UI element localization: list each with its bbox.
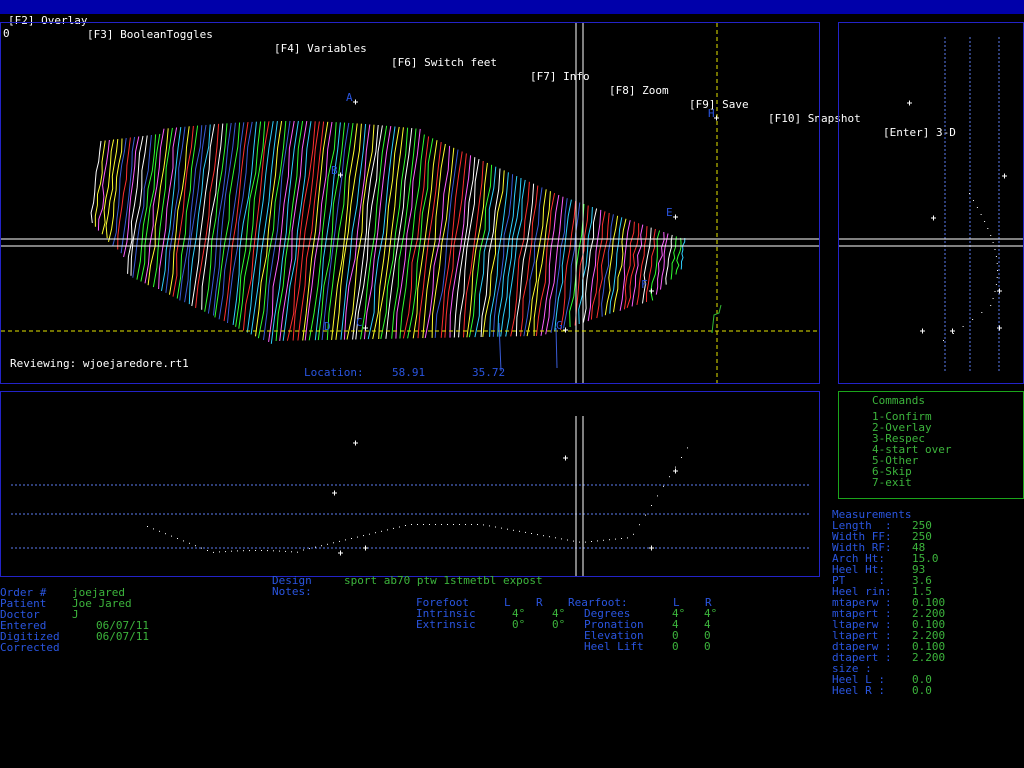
rearfoot-panel: Rearfoot: L R Degrees 4° 4° Pronation 4 4 Elev…: [568, 597, 748, 653]
commands-panel: Commands 1-Confirm 2-Overlay 3-Respec 4-…: [838, 391, 1024, 499]
landmark-g-label: G: [556, 319, 563, 332]
reviewing-filename: Reviewing: wjoejaredore.rt1: [10, 357, 189, 370]
location-x-value: 58.91: [392, 366, 426, 379]
command-exit[interactable]: 7-exit: [872, 477, 912, 488]
location-y-value: 35.72: [472, 366, 506, 379]
extrinsic-r: 0°: [552, 618, 566, 631]
measurement-label: Heel R :: [832, 684, 885, 697]
extrinsic-label: Extrinsic: [416, 618, 476, 631]
forefoot-panel: Forefoot L R Intrinsic 4° 4° Extrinsic 0…: [416, 597, 576, 633]
landmark-h-label: H: [708, 107, 715, 120]
order-info-panel: Order # joejared Patient Joe Jared Doctor J En…: [0, 587, 260, 657]
order-field-value: J: [72, 608, 79, 621]
foot-contour-plot: [1, 23, 819, 383]
function-key-menu-bar: [F2] Overlay [F3] BooleanToggles [F4] Va…: [0, 0, 1024, 139]
rearfoot-row-l: 0: [672, 640, 679, 653]
measurements-panel: Measurements Length :250 Width FF: 250 Widt…: [832, 509, 1024, 699]
order-field-value: Joe Jared: [72, 597, 132, 610]
landmark-d-label: D: [324, 320, 331, 333]
order-field-value: 06/07/11: [96, 630, 149, 643]
landmark-c-label: C: [356, 316, 363, 329]
commands-title: Commands: [872, 394, 925, 407]
rearfoot-row-label: Heel Lift: [584, 640, 644, 653]
arch-profile-plot: [11, 416, 809, 576]
landmark-e-label: E: [666, 206, 673, 219]
rearfoot-row-r: 0: [704, 640, 711, 653]
forefoot-col-r: R: [536, 596, 543, 609]
foot-scan-top-view[interactable]: 0 A B H E F D C G Reviewing: wjoejaredor…: [0, 22, 820, 384]
landmark-f-label: F: [641, 278, 648, 291]
arch-profile-view[interactable]: [0, 391, 820, 577]
extrinsic-l: 0°: [512, 618, 526, 631]
forefoot-col-l: L: [504, 596, 511, 609]
view-corner-label: 0: [3, 27, 10, 40]
side-profile-plot: [839, 37, 1023, 373]
measurement-value: 2.200: [912, 651, 946, 664]
notes-label: Notes:: [272, 585, 312, 598]
order-field-label: Corrected: [0, 641, 60, 654]
design-value: sport ab70 ptw 1stmetbl expost: [344, 574, 543, 587]
measurement-value: 0.0: [912, 684, 932, 697]
landmark-a-label: A: [346, 91, 353, 104]
foot-side-view[interactable]: [838, 22, 1024, 384]
landmark-b-label: B: [331, 164, 338, 177]
location-label: Location:: [304, 366, 364, 379]
